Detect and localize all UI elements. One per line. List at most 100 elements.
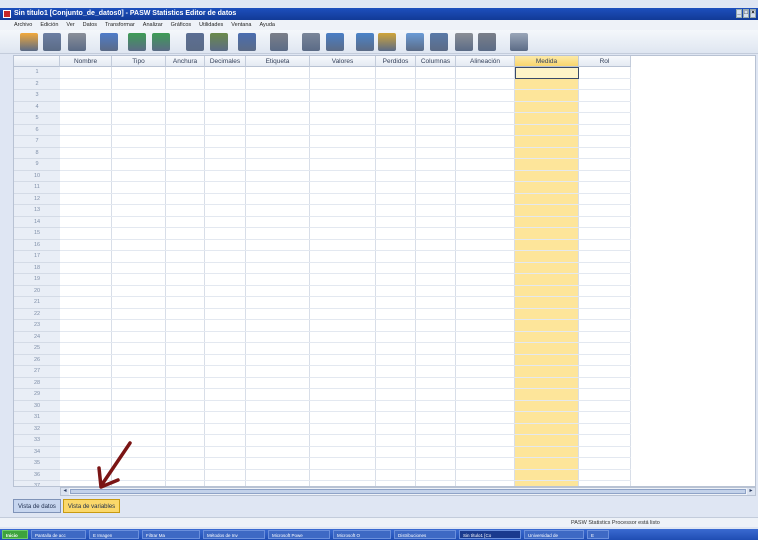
print-icon[interactable] — [68, 33, 86, 51]
column-header[interactable]: Valores — [310, 56, 376, 67]
row-number[interactable]: 6 — [14, 124, 60, 136]
insert-case-icon[interactable] — [302, 33, 320, 51]
redo-icon[interactable] — [152, 33, 170, 51]
undo-icon[interactable] — [128, 33, 146, 51]
taskbar-item[interactable]: Distribuciones — [394, 530, 456, 539]
goto-variable-icon[interactable] — [210, 33, 228, 51]
row-number[interactable]: 15 — [14, 228, 60, 240]
maximize-button[interactable]: □ — [743, 9, 749, 18]
row-number[interactable]: 10 — [14, 170, 60, 182]
row-number[interactable]: 29 — [14, 389, 60, 401]
row-number[interactable]: 1 — [14, 67, 60, 79]
open-icon[interactable] — [20, 33, 38, 51]
menu-item-9[interactable]: Ayuda — [259, 20, 275, 30]
row-number[interactable]: 37 — [14, 481, 60, 486]
row-number[interactable]: 31 — [14, 412, 60, 424]
column-header[interactable]: Etiqueta — [246, 56, 310, 67]
row-number[interactable]: 2 — [14, 78, 60, 90]
menu-item-0[interactable]: Archivo — [14, 20, 32, 30]
row-number[interactable]: 32 — [14, 423, 60, 435]
row-number[interactable]: 25 — [14, 343, 60, 355]
column-header[interactable]: Alineación — [456, 56, 515, 67]
row-number[interactable]: 16 — [14, 239, 60, 251]
row-line — [60, 158, 631, 159]
row-number[interactable]: 18 — [14, 262, 60, 274]
save-icon[interactable] — [43, 33, 61, 51]
row-number[interactable]: 23 — [14, 320, 60, 332]
column-header[interactable]: Decimales — [205, 56, 246, 67]
selected-cell[interactable] — [515, 67, 579, 79]
column-header[interactable]: Nombre — [60, 56, 112, 67]
taskbar-item[interactable]: Microsoft Powe — [268, 530, 330, 539]
taskbar-item[interactable]: E Imagen — [89, 530, 139, 539]
column-header[interactable]: Anchura — [166, 56, 205, 67]
split-file-icon[interactable] — [356, 33, 374, 51]
row-number[interactable]: 17 — [14, 251, 60, 263]
show-all-icon[interactable] — [478, 33, 496, 51]
find-icon[interactable] — [270, 33, 288, 51]
row-number[interactable]: 9 — [14, 159, 60, 171]
taskbar-item[interactable]: Métodos de Inv — [203, 530, 265, 539]
row-number[interactable]: 13 — [14, 205, 60, 217]
row-number[interactable]: 35 — [14, 458, 60, 470]
select-cases-icon[interactable] — [406, 33, 424, 51]
taskbar-item[interactable]: Sin título1 [Co — [459, 530, 521, 539]
row-number[interactable]: 30 — [14, 400, 60, 412]
spellcheck-icon[interactable] — [510, 33, 528, 51]
taskbar-item[interactable]: Filtrar Ma — [142, 530, 200, 539]
column-header[interactable]: Rol — [579, 56, 631, 67]
insert-variable-icon[interactable] — [326, 33, 344, 51]
row-number[interactable]: 33 — [14, 435, 60, 447]
column-header[interactable]: Tipo — [112, 56, 166, 67]
row-number[interactable]: 36 — [14, 469, 60, 481]
row-number[interactable]: 34 — [14, 446, 60, 458]
variables-icon[interactable] — [238, 33, 256, 51]
grid-corner[interactable] — [14, 56, 60, 67]
column-header[interactable]: Perdidos — [376, 56, 416, 67]
tab-variable-view[interactable]: Vista de variables — [62, 499, 121, 513]
weight-cases-icon[interactable] — [378, 33, 396, 51]
scroll-left-icon[interactable]: ◂ — [61, 488, 69, 495]
menu-item-7[interactable]: Utilidades — [199, 20, 223, 30]
row-number[interactable]: 8 — [14, 147, 60, 159]
row-number[interactable]: 5 — [14, 113, 60, 125]
taskbar-item[interactable]: E — [587, 530, 609, 539]
row-number[interactable]: 28 — [14, 377, 60, 389]
row-number[interactable]: 22 — [14, 308, 60, 320]
row-number[interactable]: 14 — [14, 216, 60, 228]
tab-data-view[interactable]: Vista de datos — [13, 499, 61, 513]
row-number[interactable]: 4 — [14, 101, 60, 113]
menu-item-3[interactable]: Datos — [83, 20, 97, 30]
horizontal-scrollbar[interactable]: ◂ ▸ — [60, 487, 756, 496]
menu-item-2[interactable]: Ver — [66, 20, 74, 30]
column-header[interactable]: Medida — [515, 56, 579, 67]
menu-item-5[interactable]: Analizar — [143, 20, 163, 30]
scrollbar-thumb[interactable] — [70, 489, 746, 494]
recall-dialog-icon[interactable] — [100, 33, 118, 51]
row-number[interactable]: 26 — [14, 354, 60, 366]
taskbar-item[interactable]: Universidad de — [524, 530, 584, 539]
row-number[interactable]: 12 — [14, 193, 60, 205]
value-labels-icon[interactable] — [430, 33, 448, 51]
close-button[interactable]: × — [750, 9, 756, 18]
menu-item-1[interactable]: Edición — [40, 20, 58, 30]
menu-item-6[interactable]: Gráficos — [171, 20, 191, 30]
minimize-button[interactable]: _ — [736, 9, 742, 18]
row-number[interactable]: 20 — [14, 285, 60, 297]
row-number[interactable]: 27 — [14, 366, 60, 378]
row-number[interactable]: 21 — [14, 297, 60, 309]
taskbar-item[interactable]: Pantalla de acc — [31, 530, 86, 539]
row-number[interactable]: 3 — [14, 90, 60, 102]
taskbar-item[interactable]: Microsoft O — [333, 530, 391, 539]
row-number[interactable]: 19 — [14, 274, 60, 286]
menu-item-8[interactable]: Ventana — [231, 20, 251, 30]
scroll-right-icon[interactable]: ▸ — [747, 488, 755, 495]
row-number[interactable]: 24 — [14, 331, 60, 343]
use-sets-icon[interactable] — [455, 33, 473, 51]
row-number[interactable]: 7 — [14, 136, 60, 148]
goto-case-icon[interactable] — [186, 33, 204, 51]
start-button[interactable]: Inicio — [2, 530, 28, 539]
column-header[interactable]: Columnas — [416, 56, 456, 67]
row-number[interactable]: 11 — [14, 182, 60, 194]
menu-item-4[interactable]: Transformar — [105, 20, 135, 30]
